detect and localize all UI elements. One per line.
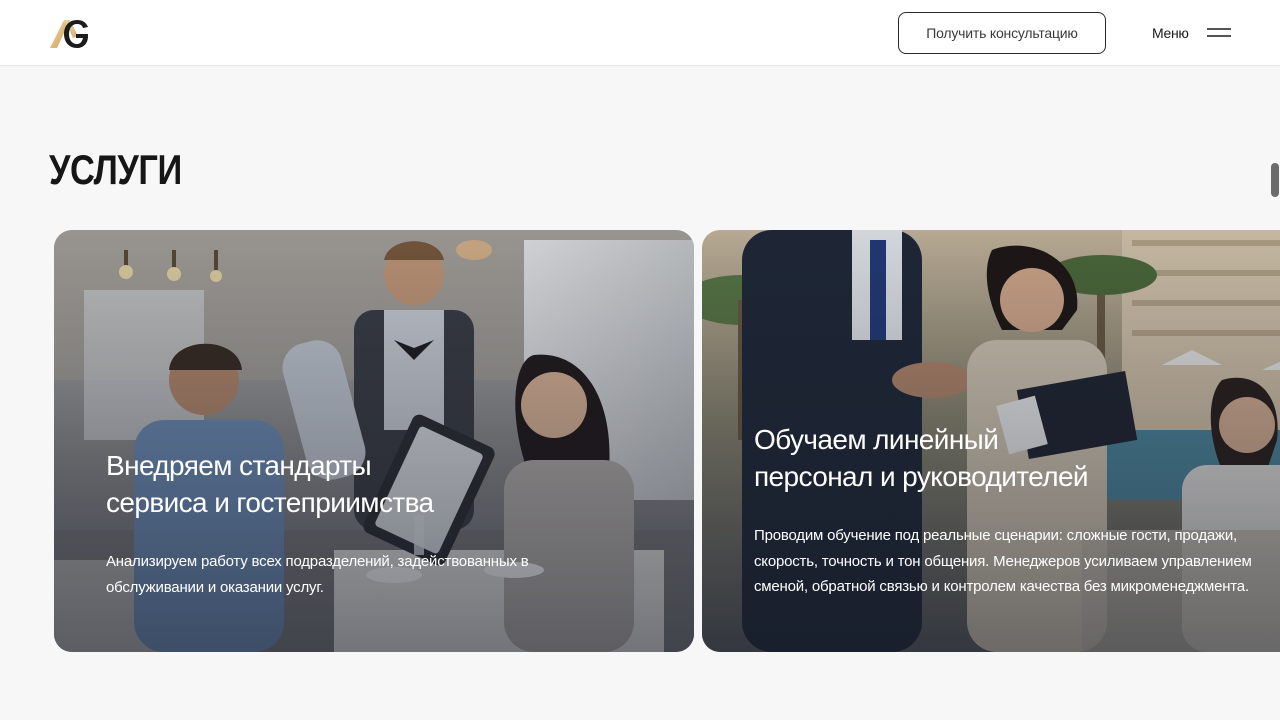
menu-label: Меню	[1152, 25, 1189, 41]
hamburger-icon	[1207, 28, 1231, 38]
card-title: Внедряем стандарты сервиса и гостеприимс…	[106, 450, 434, 518]
site-header: Получить консультацию Меню	[0, 0, 1280, 66]
card-description: Проводим обучение под реальные сценарии:…	[754, 527, 1252, 595]
menu-toggle[interactable]: Меню	[1152, 18, 1236, 48]
service-card-training[interactable]: Обучаем линейный персонал и руководителе…	[702, 230, 1280, 652]
scrollbar-thumb[interactable]	[1271, 163, 1279, 197]
logo-mark	[50, 20, 88, 48]
ag-logo-icon[interactable]	[48, 14, 92, 50]
service-card-standards[interactable]: Внедряем стандарты сервиса и гостеприимс…	[54, 230, 694, 652]
card-title: Обучаем линейный персонал и руководителе…	[754, 424, 1089, 492]
card-description: Анализируем работу всех подразделений, з…	[106, 553, 529, 596]
get-consultation-button[interactable]: Получить консультацию	[898, 12, 1106, 54]
section-title: УСЛУГИ	[49, 146, 182, 193]
